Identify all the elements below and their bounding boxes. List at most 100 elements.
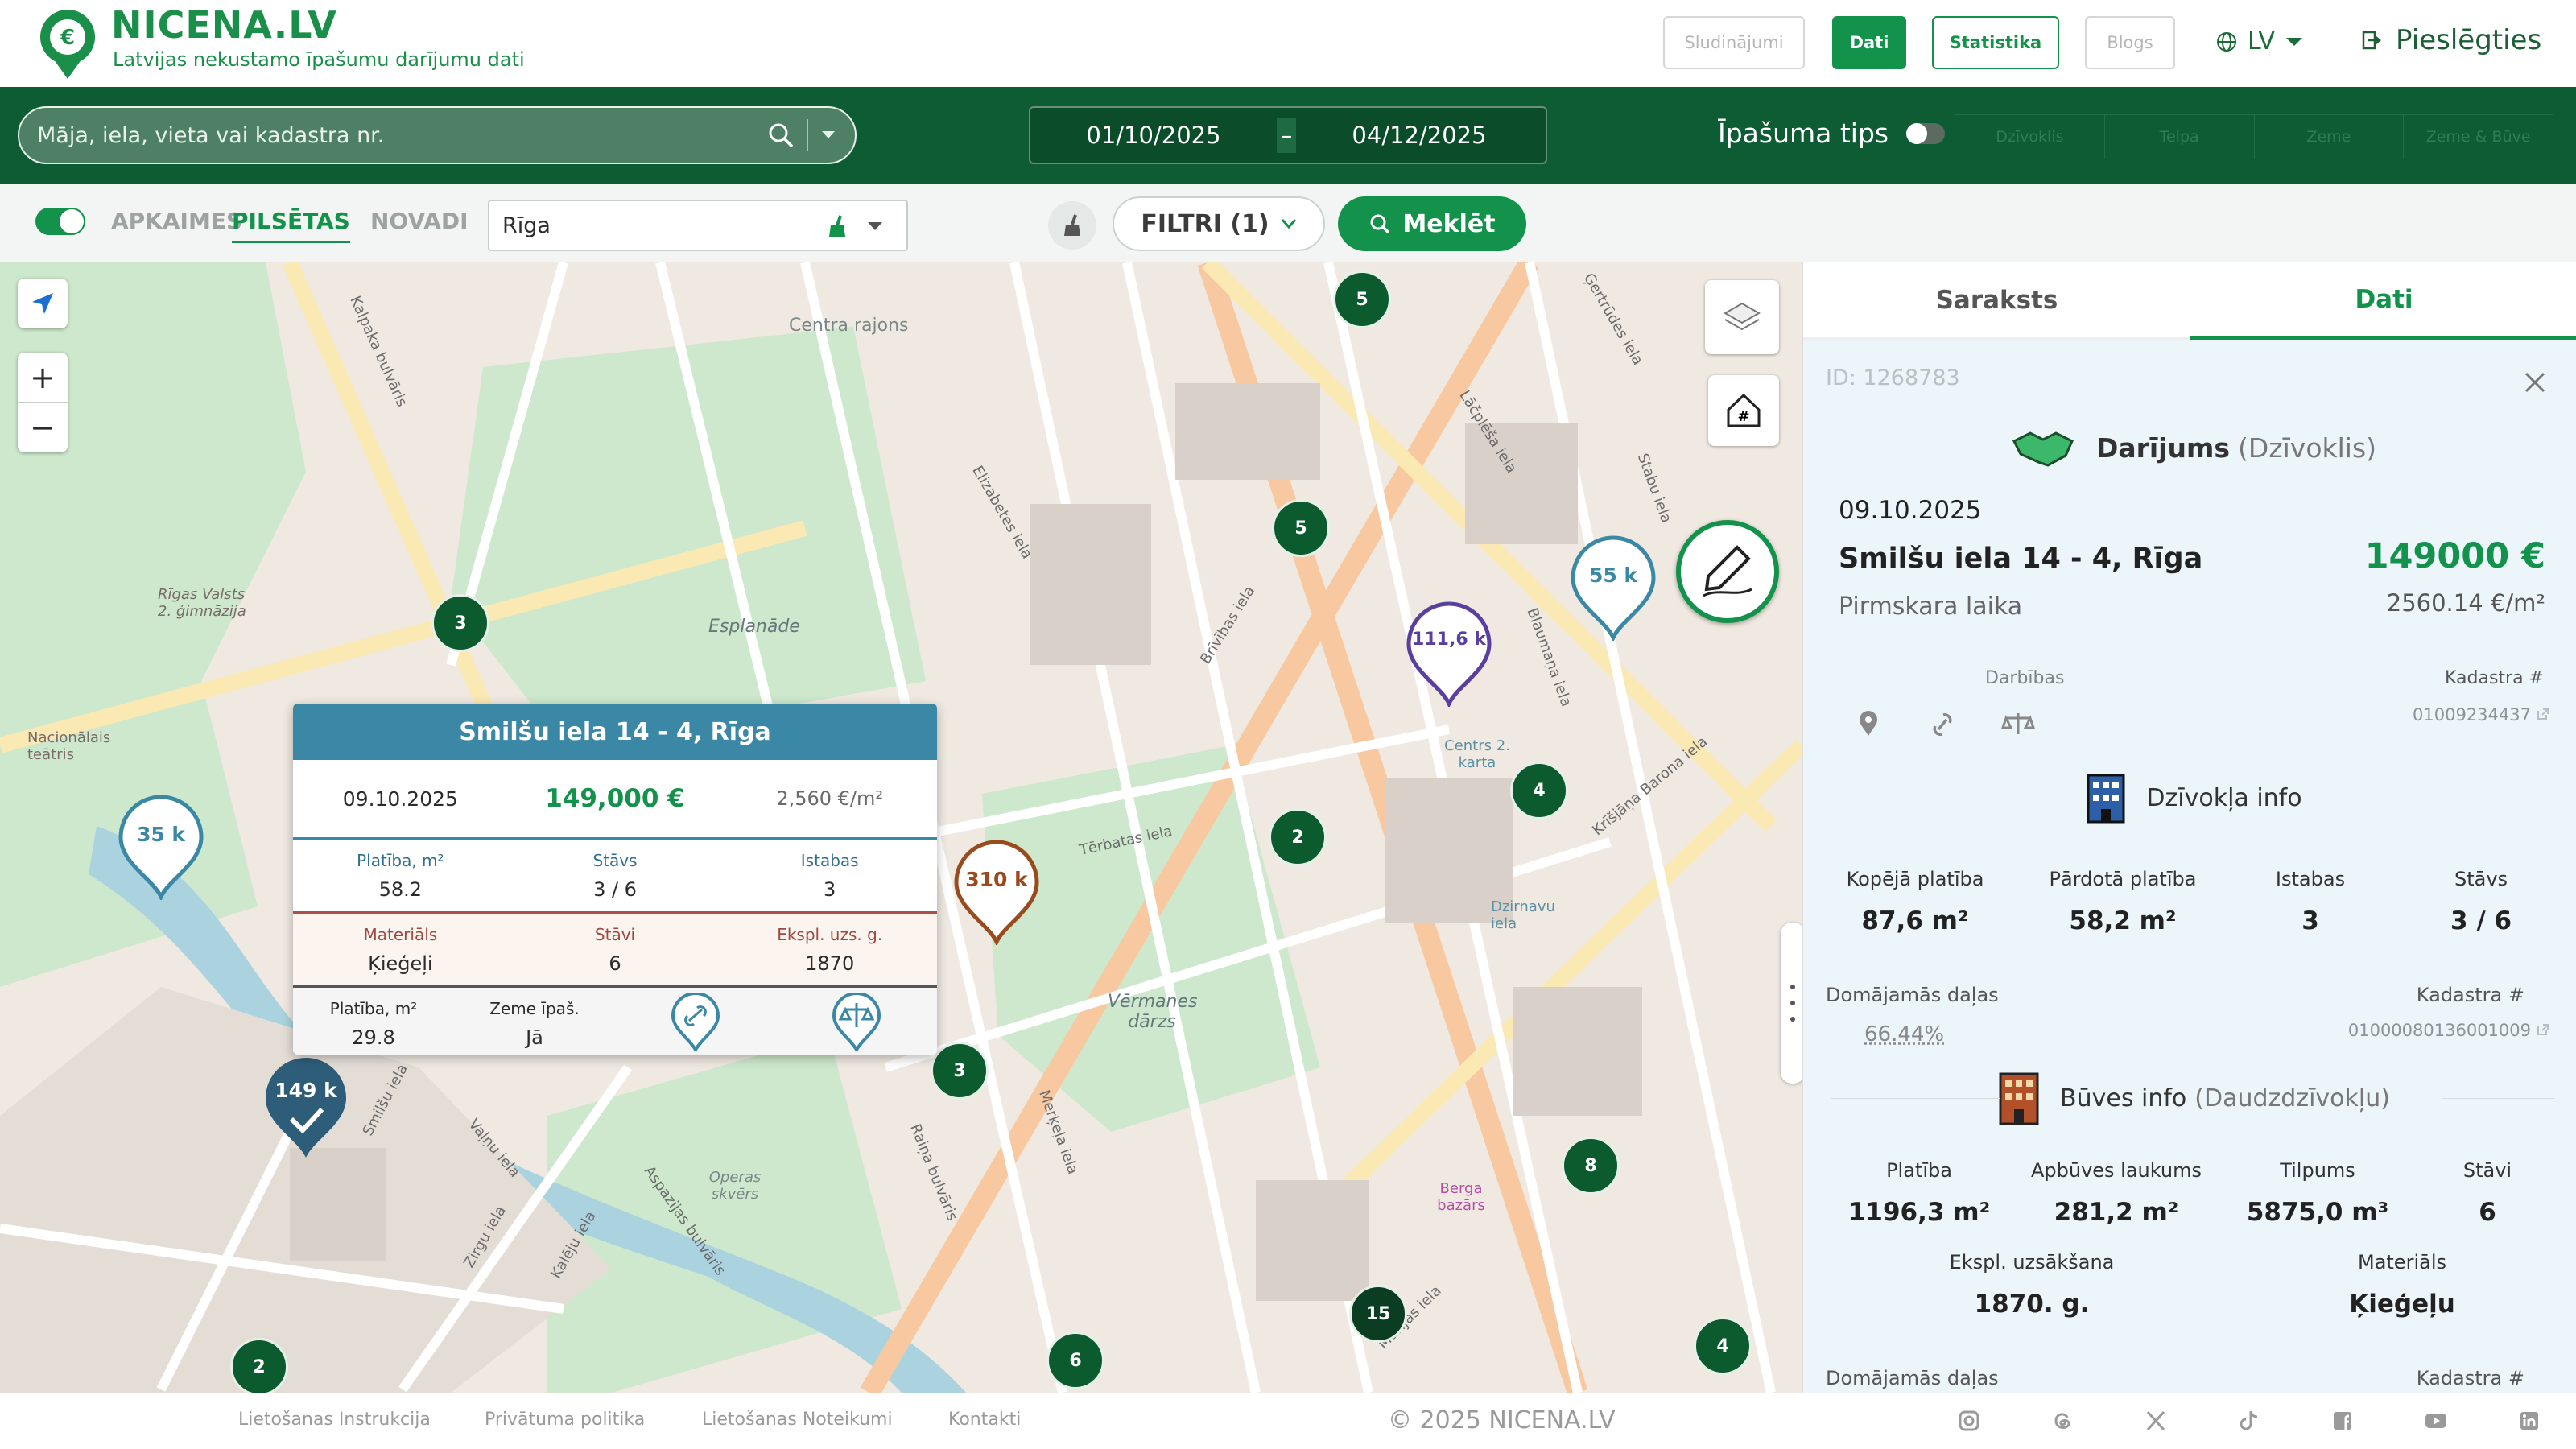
field-value: Ķieģeļu — [2349, 1290, 2455, 1319]
logo-icon[interactable]: € — [35, 6, 100, 80]
ptype-tab-telpa[interactable]: Telpa — [2105, 115, 2255, 159]
cluster-marker[interactable]: 4 — [1694, 1317, 1752, 1375]
apartment-field: Kopējā platība 87,6 m² — [1823, 868, 2008, 935]
date-range[interactable]: 01/10/2025 – 04/12/2025 — [1029, 106, 1547, 164]
panel-resize-handle[interactable] — [1781, 923, 1802, 1084]
cluster-marker[interactable]: 4 — [1510, 762, 1568, 819]
zoom-out-button[interactable]: − — [18, 402, 68, 452]
tab-dati[interactable]: Dati — [2190, 262, 2576, 340]
location-pin-icon[interactable] — [1856, 710, 1880, 737]
linkedin-icon[interactable] — [2516, 1408, 2542, 1434]
kadastrs-number[interactable]: 01000080136001009 — [2348, 1021, 2531, 1040]
scales-pin-icon[interactable] — [831, 991, 882, 1053]
house-number-button[interactable]: # — [1708, 375, 1779, 446]
scope-novadi[interactable]: NOVADI — [370, 208, 469, 234]
cluster-marker[interactable]: 5 — [1333, 270, 1391, 328]
cluster-marker[interactable]: 6 — [1046, 1331, 1104, 1389]
svg-text:#: # — [1737, 408, 1749, 425]
draw-area-button[interactable] — [1676, 520, 1779, 623]
x-icon[interactable] — [2143, 1408, 2169, 1434]
filters-button[interactable]: FILTRI (1) — [1113, 196, 1325, 251]
map-pin-icon — [1571, 535, 1656, 643]
map-label: Berga bazārs — [1437, 1180, 1485, 1214]
search-placeholder: Māja, iela, vieta vai kadastra nr. — [37, 122, 385, 148]
field-value: 3 / 6 — [2450, 906, 2512, 935]
cluster-marker[interactable]: 3 — [931, 1042, 989, 1100]
language-selector[interactable]: LV — [2215, 27, 2304, 56]
map-canvas[interactable]: Centra rajons Esplanāde Vērmanes dārzs R… — [0, 262, 1802, 1393]
scope-toggle[interactable] — [35, 208, 85, 235]
cluster-marker[interactable]: 3 — [431, 594, 489, 652]
external-link-icon[interactable] — [2536, 707, 2550, 721]
ptype-tab-dzivoklis[interactable]: Dzīvoklis — [1955, 115, 2105, 159]
youtube-icon[interactable] — [2423, 1408, 2449, 1434]
apartment-section-title: Dzīvokļa info — [2146, 783, 2302, 812]
close-icon[interactable] — [2523, 370, 2547, 394]
property-type-toggle[interactable]: Īpašuma tips — [1718, 118, 1946, 149]
nav-statistika[interactable]: Statistika — [1932, 16, 2059, 69]
popup-value: Ķieģeļi — [368, 952, 433, 975]
nav-dati[interactable]: Dati — [1832, 16, 1906, 69]
search-input[interactable]: Māja, iela, vieta vai kadastra nr. — [18, 106, 857, 164]
price-pin[interactable]: 310 k — [952, 839, 1042, 947]
zoom-in-button[interactable]: + — [18, 353, 68, 402]
property-popup[interactable]: Smilšu iela 14 - 4, Rīga 09.10.2025 149,… — [293, 704, 937, 1055]
toggle-switch[interactable] — [1906, 122, 1946, 144]
cluster-marker[interactable]: 5 — [1272, 499, 1330, 557]
city-select[interactable]: Rīga — [488, 200, 908, 251]
compare-scales-icon[interactable] — [2001, 710, 2035, 737]
cluster-marker[interactable]: 8 — [1562, 1137, 1620, 1195]
price-pin-selected[interactable]: 149 k — [261, 1055, 351, 1161]
price-pin[interactable]: 55 k — [1568, 535, 1658, 643]
map-pin-icon — [266, 1057, 346, 1158]
cluster-marker[interactable]: 15 — [1349, 1285, 1407, 1343]
search-button[interactable]: Meklēt — [1338, 196, 1526, 251]
link-pin-icon[interactable] — [670, 991, 721, 1053]
broom-icon[interactable] — [826, 214, 848, 238]
instagram-icon[interactable] — [1956, 1408, 1982, 1434]
brand-name[interactable]: NICENA.LV — [111, 3, 337, 47]
scope-pilsetas[interactable]: PILSĒTAS — [232, 208, 350, 243]
date-to[interactable]: 04/12/2025 — [1296, 122, 1542, 149]
footer-link[interactable]: Lietošanas Instrukcija — [238, 1410, 431, 1430]
language-label: LV — [2248, 27, 2275, 56]
ptype-tab-zeme-buve[interactable]: Zeme & Būve — [2404, 115, 2553, 159]
nav-sludinajumi[interactable]: Sludinājumi — [1663, 16, 1805, 69]
share-value[interactable]: 66.44% — [1864, 1022, 1944, 1046]
price-pin[interactable]: 35 k — [116, 794, 206, 902]
kadastrs-number[interactable]: 01009234437 — [2413, 705, 2531, 724]
popup-title: Smilšu iela 14 - 4, Rīga — [293, 704, 937, 760]
popup-label: Materiāls — [363, 924, 438, 944]
footer-link[interactable]: Lietošanas Noteikumi — [702, 1410, 893, 1430]
external-link-icon[interactable] — [2536, 1022, 2550, 1037]
chevron-down-icon[interactable] — [866, 221, 884, 232]
cluster-marker[interactable]: 2 — [1269, 808, 1327, 866]
footer-link[interactable]: Kontakti — [948, 1410, 1021, 1430]
locate-button[interactable] — [18, 279, 68, 328]
pin-label: 55 k — [1588, 564, 1638, 587]
chevron-down-icon[interactable] — [819, 129, 837, 142]
login-button[interactable]: Pieslēgties — [2360, 24, 2541, 56]
layers-button[interactable] — [1705, 280, 1779, 354]
cluster-marker[interactable]: 2 — [230, 1338, 288, 1393]
price-pin[interactable]: 111,6 k — [1404, 601, 1494, 709]
ptype-tab-zeme[interactable]: Zeme — [2255, 115, 2405, 159]
facebook-icon[interactable] — [2330, 1408, 2355, 1434]
link-icon[interactable] — [1927, 712, 1958, 737]
footer-link[interactable]: Privātuma politika — [485, 1410, 645, 1430]
scope-apkaimes[interactable]: APKAIMES — [111, 208, 242, 234]
search-icon — [1370, 214, 1390, 234]
pin-label: 149 k — [275, 1079, 337, 1102]
threads-icon[interactable] — [2050, 1408, 2075, 1434]
tiktok-icon[interactable] — [2236, 1408, 2262, 1434]
popup-label: Platība, m² — [329, 998, 418, 1018]
nav-blogs[interactable]: Blogs — [2085, 16, 2175, 69]
field-value: 1870. g. — [1974, 1290, 2090, 1319]
chevron-down-icon — [2285, 37, 2302, 46]
search-icon[interactable] — [766, 121, 795, 150]
date-from[interactable]: 01/10/2025 — [1030, 122, 1277, 149]
field-label: Istabas — [2275, 868, 2346, 890]
tab-saraksts[interactable]: Saraksts — [1803, 262, 2190, 340]
clear-filters-button[interactable] — [1048, 201, 1096, 250]
map-label: Nacionālais teātris — [27, 729, 111, 763]
